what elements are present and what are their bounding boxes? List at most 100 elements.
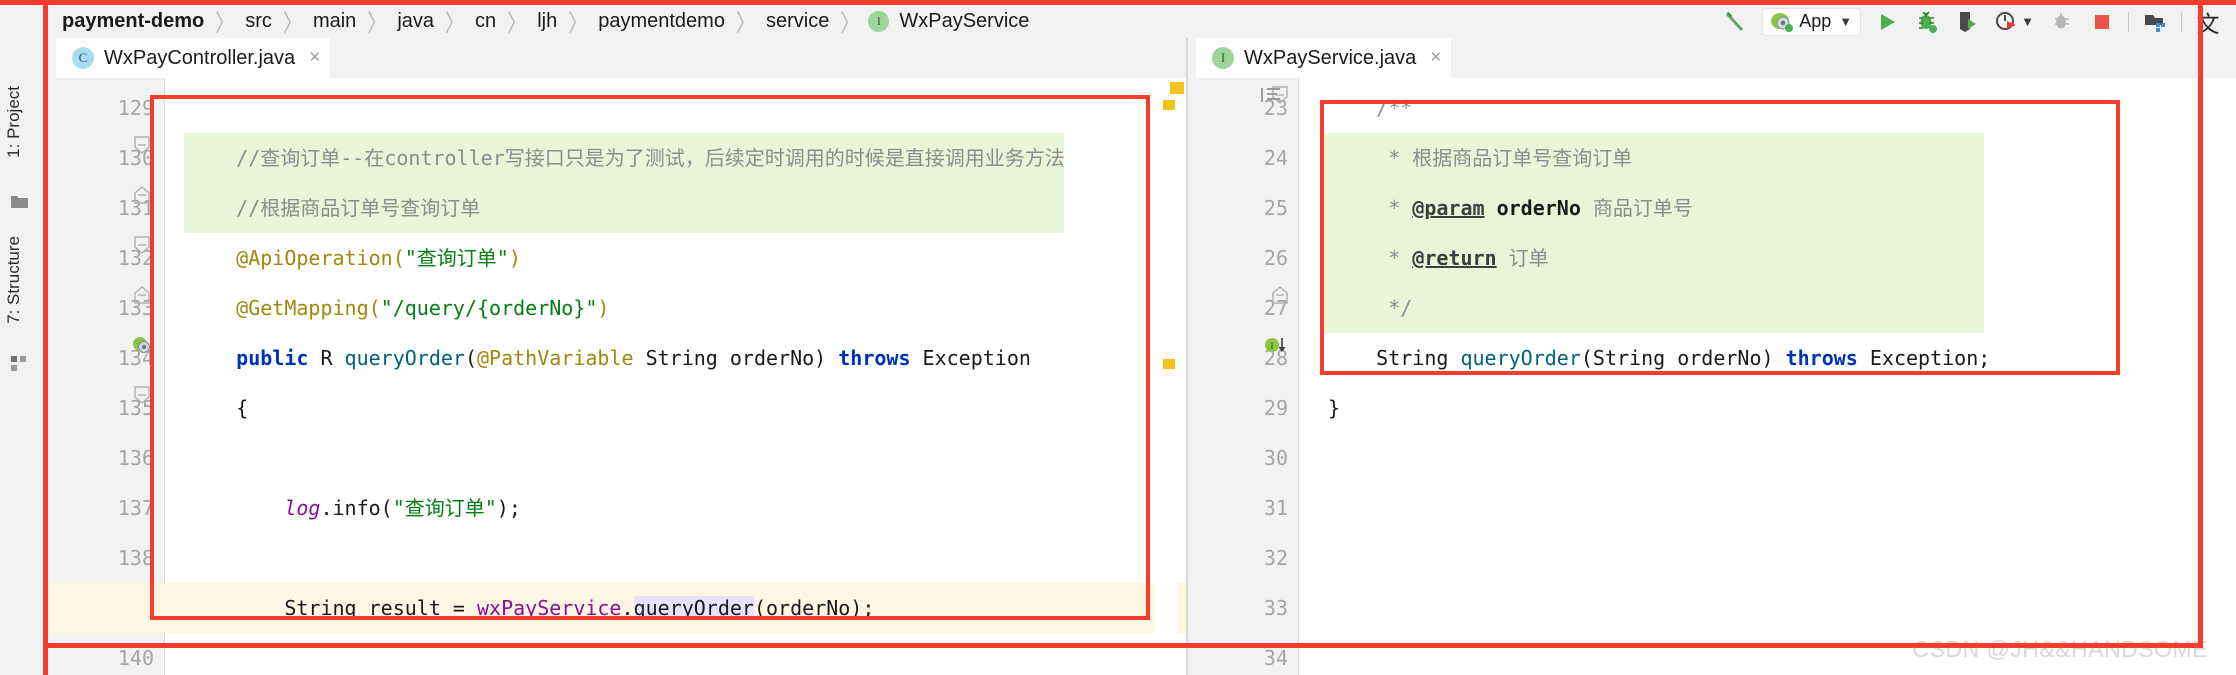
breadcrumb-item-wxpayservice[interactable]: I WxPayService: [868, 10, 1031, 33]
code-token: String result =: [188, 596, 477, 620]
interface-icon: I: [868, 11, 890, 32]
code-token: (orderNo);: [753, 596, 875, 620]
main-toolbar: payment-demo 〉 src 〉 main 〉 java 〉 cn 〉 ljh 〉 paymen…: [0, 5, 2236, 38]
code-line[interactable]: String result = wxPayService.queryOrder(…: [188, 583, 874, 633]
marker-warning[interactable]: [1163, 100, 1175, 110]
run-configuration-selector[interactable]: App ▼: [1762, 7, 1862, 36]
profiler-icon: [1996, 11, 2017, 30]
run-with-coverage-button[interactable]: [1947, 7, 1987, 37]
tab-wxpayservice[interactable]: I WxPayService.java ×: [1196, 38, 1452, 78]
code-token: 商品订单号: [1580, 196, 1693, 220]
code-token: orderNo: [1484, 196, 1581, 220]
code-token: 订单: [1496, 246, 1549, 270]
hammer-icon: [1726, 11, 1744, 31]
code-line[interactable]: public R queryOrder(@PathVariable String…: [188, 333, 1031, 383]
code-line[interactable]: //根据商品订单号查询订单: [188, 183, 480, 233]
profiler-chevron-down-icon[interactable]: ▼: [2021, 14, 2034, 29]
code-token: }: [1328, 396, 1341, 420]
code-token: @ApiOperation(: [188, 246, 405, 270]
right-code-area[interactable]: /** * 根据商品订单号查询订单 * @param orderNo 商品订单号…: [1188, 78, 2236, 675]
breadcrumb-separator-icon: 〉: [735, 10, 755, 38]
code-token: @param: [1412, 196, 1485, 220]
code-line[interactable]: */: [1328, 283, 1412, 333]
code-token: * 根据商品订单号查询订单: [1328, 146, 1633, 170]
screenshot-frame-right: [2198, 0, 2203, 648]
code-token: log: [284, 496, 321, 520]
breadcrumb-item-cn[interactable]: cn: [473, 10, 498, 33]
code-token: //根据商品订单号查询订单: [188, 196, 481, 220]
code-token: public: [236, 346, 309, 370]
toolbar-divider-2: [2181, 11, 2182, 32]
translate-button[interactable]: 文: [2188, 7, 2228, 38]
breadcrumb-separator-icon: 〉: [568, 10, 588, 38]
breadcrumb-separator-icon: 〉: [282, 10, 302, 38]
left-code-editor[interactable]: 1291301311321331341351361371381391401411…: [48, 78, 1188, 675]
left-tool-stripe: 1: Project 7: Structure: [0, 38, 44, 675]
code-line[interactable]: * @param orderNo 商品订单号: [1328, 183, 1693, 233]
code-token: (String orderNo): [1580, 346, 1786, 370]
code-line[interactable]: @GetMapping("/query/{orderNo}"): [188, 283, 609, 333]
code-line[interactable]: * @return 订单: [1328, 233, 1549, 283]
breadcrumb-item-paymentdemo[interactable]: paymentdemo: [596, 10, 727, 33]
tab-label: WxPayController.java: [104, 46, 296, 69]
spring-boot-icon: [1771, 12, 1794, 32]
right-marker-warning[interactable]: [1170, 82, 1184, 94]
code-line[interactable]: {: [188, 383, 248, 433]
code-token: @PathVariable: [477, 346, 634, 370]
code-token: R: [308, 346, 345, 370]
update-application-button[interactable]: [2135, 7, 2175, 37]
breadcrumb-item-service[interactable]: service: [764, 10, 831, 33]
update-application-icon: [2145, 14, 2165, 32]
build-project-button[interactable]: [1716, 7, 1756, 37]
breadcrumb-item-src[interactable]: src: [243, 10, 274, 33]
breadcrumb-item-ljh[interactable]: ljh: [535, 10, 559, 33]
code-line[interactable]: /**: [1328, 83, 1412, 133]
code-line[interactable]: //查询订单--在controller写接口只是为了测试，后续定时调用的时候是直…: [188, 133, 1065, 183]
left-editor-tabrow: C WxPayController.java ×: [48, 38, 1188, 78]
marker-caret[interactable]: [1163, 359, 1175, 369]
run-button[interactable]: [1867, 7, 1907, 37]
code-line[interactable]: @ApiOperation("查询订单"): [188, 233, 521, 283]
tab-wxpaycontroller[interactable]: C WxPayController.java ×: [56, 38, 331, 78]
code-line[interactable]: }: [1328, 383, 1340, 433]
code-token: String: [1328, 346, 1461, 370]
code-line[interactable]: * 根据商品订单号查询订单: [1328, 133, 1632, 183]
code-line[interactable]: String queryOrder(String orderNo) throws…: [1328, 333, 1990, 383]
close-icon[interactable]: ×: [309, 47, 320, 69]
chevron-down-icon[interactable]: ▼: [1839, 14, 1852, 29]
code-token: ): [508, 246, 521, 270]
breadcrumb-item-java[interactable]: java: [395, 10, 436, 33]
attach-debugger-icon: [2055, 12, 2069, 28]
left-marker-strip[interactable]: [1154, 78, 1178, 675]
code-token: *: [1328, 196, 1413, 220]
left-code-area[interactable]: //查询订单--在controller写接口只是为了测试，后续定时调用的时候是直…: [48, 78, 1188, 675]
breadcrumb-item-payment-demo[interactable]: payment-demo: [60, 10, 206, 33]
code-token: queryOrder: [633, 596, 754, 620]
code-token: .: [621, 596, 634, 620]
breadcrumb-separator-icon: 〉: [215, 10, 235, 38]
code-token: "/query/{orderNo}": [380, 296, 598, 320]
debug-button[interactable]: [1907, 7, 1947, 37]
sidebar-item-structure[interactable]: 7: Structure: [4, 236, 24, 324]
code-line[interactable]: log.info("查询订单");: [188, 483, 521, 533]
code-token: );: [496, 496, 521, 520]
breadcrumb-separator-icon: 〉: [840, 10, 860, 38]
code-token: .info(: [320, 496, 393, 520]
breadcrumb-separator-icon: 〉: [367, 10, 387, 38]
attach-debugger-button[interactable]: [2042, 7, 2082, 37]
bug-icon: [1919, 10, 1938, 33]
right-code-editor[interactable]: 232425262728I29303132333435363738 /** * …: [1188, 78, 2236, 675]
sidebar-item-project[interactable]: 1: Project: [4, 86, 24, 158]
code-token: /**: [1328, 96, 1413, 120]
screenshot-frame-top: [0, 0, 2236, 5]
breadcrumb-separator-icon: 〉: [507, 10, 527, 38]
code-token: String orderNo): [633, 346, 839, 370]
screenshot-frame-bottom: [43, 643, 2203, 648]
stop-button[interactable]: [2082, 7, 2122, 37]
code-token: wxPayService: [476, 596, 622, 620]
interface-icon: I: [1212, 47, 1234, 69]
breadcrumb-item-main[interactable]: main: [311, 10, 358, 33]
close-icon[interactable]: ×: [1430, 47, 1441, 69]
